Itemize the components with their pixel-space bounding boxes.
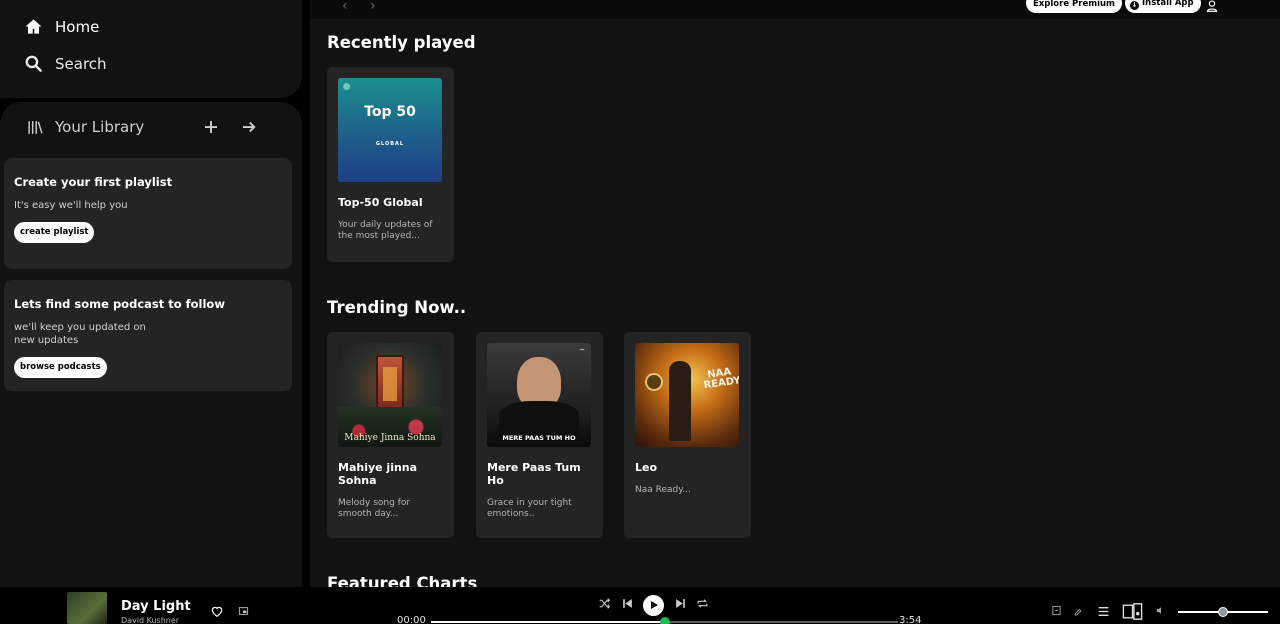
heart-icon[interactable]	[210, 604, 224, 618]
card-top-50-global[interactable]: Top 50 GLOBAL Top-50 Global Your daily u…	[327, 67, 454, 262]
volume-knob[interactable]	[1218, 607, 1228, 617]
shuffle-icon[interactable]	[598, 597, 611, 610]
album-art: ~ MERE PAAS TUM HO	[487, 343, 591, 447]
card-title: Mere Paas Tum Ho	[487, 461, 581, 487]
picture-in-picture-icon[interactable]	[238, 606, 249, 616]
promo-text: we'll keep you updated on new updates	[14, 322, 146, 346]
plus-icon[interactable]	[202, 118, 220, 136]
library-label: Your Library	[55, 118, 145, 136]
card-leo[interactable]: NAA READY Leo Naa Ready...	[624, 332, 751, 538]
explore-premium-button[interactable]: Explore Premium	[1026, 0, 1122, 13]
card-subtitle: Melody song for smooth day...	[338, 498, 411, 519]
connect-device-icon[interactable]	[1122, 603, 1143, 620]
top-bar: ‹ › Explore Premium ↓ Install App	[310, 0, 1280, 19]
art-title: Mahiye Jinna Sohna	[344, 433, 436, 443]
album-art: NAA READY	[635, 343, 739, 447]
previous-icon[interactable]	[621, 597, 634, 610]
now-playing-art[interactable]	[67, 592, 107, 624]
create-playlist-card: Create your first playlist It's easy we'…	[4, 158, 292, 269]
art-title: Top 50	[364, 104, 416, 120]
promo-title: Lets find some podcast to follow	[14, 297, 225, 311]
card-mahiye-jinna-sohna[interactable]: Mahiye Jinna Sohna Mahiye jinna Sohna Me…	[327, 332, 454, 538]
play-button[interactable]	[643, 595, 664, 616]
library-button[interactable]: Your Library	[27, 118, 144, 136]
now-playing-title[interactable]: Day Light	[121, 599, 191, 614]
volume-icon[interactable]	[1155, 605, 1166, 616]
browse-podcasts-button[interactable]: browse podcasts	[14, 357, 107, 378]
forward-icon[interactable]: ›	[370, 0, 376, 14]
player-bar: Day Light David Kushner 00:00 3:54	[0, 587, 1280, 624]
volume-slider[interactable]	[1178, 607, 1268, 617]
art-subtitle: GLOBAL	[375, 141, 405, 147]
album-art: Top 50 GLOBAL	[338, 78, 442, 182]
nav-search[interactable]: Search	[24, 54, 107, 73]
nav-panel: Home Search	[0, 0, 302, 98]
card-mere-paas-tum-ho[interactable]: ~ MERE PAAS TUM HO Mere Paas Tum Ho Grac…	[476, 332, 603, 538]
card-title: Top-50 Global	[338, 196, 423, 209]
main-content: ‹ › Explore Premium ↓ Install App Recent…	[310, 0, 1280, 587]
download-icon: ↓	[1130, 0, 1139, 10]
arrow-right-icon[interactable]	[240, 118, 258, 136]
album-art: Mahiye Jinna Sohna	[338, 343, 442, 447]
card-subtitle: Your daily updates of the most played...	[338, 220, 433, 241]
next-icon[interactable]	[674, 597, 687, 610]
card-subtitle: Grace in your tight emotions..	[487, 498, 572, 519]
back-icon[interactable]: ‹	[342, 0, 348, 14]
home-icon	[25, 19, 42, 34]
nav-home-label: Home	[55, 17, 100, 36]
total-time: 3:54	[899, 615, 922, 624]
user-icon[interactable]	[1205, 0, 1219, 13]
card-title: Leo	[635, 461, 658, 474]
section-title-featured: Featured Charts	[327, 574, 478, 587]
promo-text: It's easy we'll help you	[14, 200, 128, 211]
sidebar: Home Search Your Library Create your fir…	[0, 0, 302, 587]
progress-fill	[431, 621, 665, 623]
current-time: 00:00	[397, 615, 426, 624]
spotify-icon	[343, 83, 350, 90]
promo-title: Create your first playlist	[14, 175, 173, 189]
divider[interactable]	[302, 0, 310, 587]
lyrics-icon[interactable]	[1073, 605, 1084, 616]
card-subtitle: Naa Ready...	[635, 485, 691, 495]
nav-home[interactable]: Home	[24, 17, 99, 36]
install-app-label: Install App	[1142, 0, 1194, 8]
queue-icon[interactable]	[1097, 605, 1110, 618]
now-playing-artist[interactable]: David Kushner	[121, 616, 179, 624]
library-icon	[28, 120, 43, 134]
now-playing-view-icon[interactable]	[1051, 605, 1062, 616]
search-icon	[25, 55, 42, 72]
card-title: Mahiye jinna Sohna	[338, 461, 418, 487]
podcast-card: Lets find some podcast to follow we'll k…	[4, 280, 292, 391]
create-playlist-button[interactable]: create playlist	[14, 222, 95, 243]
repeat-icon[interactable]	[696, 597, 709, 610]
art-title: MERE PAAS TUM HO	[502, 434, 576, 442]
library-panel: Your Library Create your first playlist …	[0, 102, 302, 587]
section-title-trending: Trending Now..	[327, 298, 467, 317]
section-title-recent: Recently played	[327, 33, 476, 52]
progress-knob[interactable]	[659, 617, 670, 624]
nav-search-label: Search	[55, 54, 107, 73]
progress-bar[interactable]	[431, 617, 898, 624]
art-title: NAA READY	[703, 366, 739, 392]
install-app-button[interactable]: ↓ Install App	[1125, 0, 1201, 13]
